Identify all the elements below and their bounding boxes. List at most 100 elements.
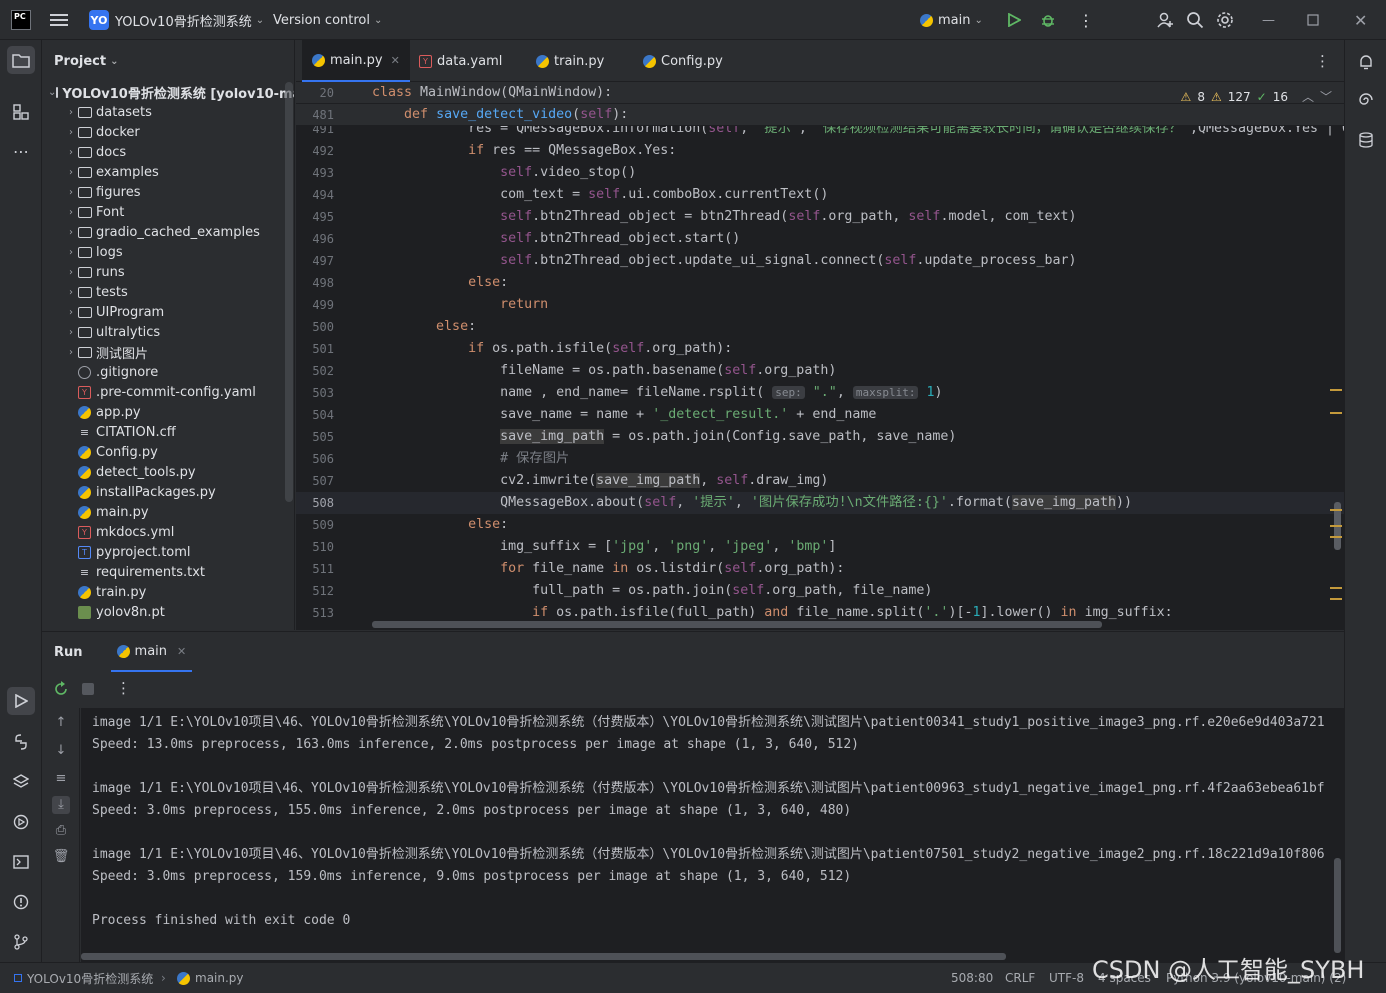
tree-folder[interactable]: › docker xyxy=(42,122,285,142)
tree-file[interactable]: ≡ CITATION.cff xyxy=(42,422,285,442)
tree-file[interactable]: .gitignore xyxy=(42,362,285,382)
rerun-button[interactable] xyxy=(53,681,69,701)
print-button[interactable]: ⎙ xyxy=(52,822,70,840)
tree-folder[interactable]: › docs xyxy=(42,142,285,162)
structure-tool-button[interactable] xyxy=(7,98,35,126)
tree-folder[interactable]: › ultralytics xyxy=(42,322,285,342)
code-with-me-button[interactable] xyxy=(1156,0,1174,40)
code-line[interactable]: 510 img_suffix = ['jpg', 'png', 'jpeg', … xyxy=(296,536,1344,558)
python-packages-button[interactable] xyxy=(7,728,35,756)
tree-folder[interactable]: › 测试图片 xyxy=(42,342,285,362)
project-tool-button[interactable] xyxy=(7,46,35,74)
code-editor[interactable]: 491 res = QMessageBox.information(self, … xyxy=(296,82,1344,630)
maximize-button[interactable] xyxy=(1307,0,1319,40)
layers-tool-button[interactable] xyxy=(7,768,35,796)
next-highlight-button[interactable]: ﹀ xyxy=(1320,88,1332,105)
tree-folder[interactable]: › examples xyxy=(42,162,285,182)
code-line[interactable]: 501 if os.path.isfile(self.org_path): xyxy=(296,338,1344,360)
tree-folder[interactable]: › datasets xyxy=(42,102,285,122)
tree-folder[interactable]: › figures xyxy=(42,182,285,202)
tab-options-button[interactable]: ⋮ xyxy=(1315,52,1330,70)
tab-main-py[interactable]: main.py ✕ xyxy=(302,40,410,82)
tree-file[interactable]: app.py xyxy=(42,402,285,422)
file-encoding[interactable]: UTF-8 xyxy=(1049,963,1084,993)
close-window-button[interactable]: ✕ xyxy=(1354,0,1367,40)
code-line[interactable]: 497 self.btn2Thread_object.update_ui_sig… xyxy=(296,250,1344,272)
search-button[interactable] xyxy=(1186,0,1204,40)
inspection-widget[interactable]: ⚠ 8 ⚠ 127 ✓ 16 ︿ ﹀ xyxy=(1181,88,1332,105)
clear-console-button[interactable]: 🗑 xyxy=(52,848,70,866)
tab-train-py[interactable]: train.py xyxy=(526,40,614,82)
error-stripe-mark[interactable] xyxy=(1330,412,1342,414)
more-tools-button[interactable]: ⋯ xyxy=(7,137,35,165)
git-tool-button[interactable] xyxy=(7,928,35,956)
project-switcher[interactable]: YO YOLOv10骨折检测系统 ⌄ xyxy=(89,0,264,40)
tree-file[interactable]: main.py xyxy=(42,502,285,522)
code-line[interactable]: 505 save_img_path = os.path.join(Config.… xyxy=(296,426,1344,448)
console-horizontal-scrollbar[interactable] xyxy=(81,953,1006,960)
code-line[interactable]: 508 QMessageBox.about(self, '提示', '图片保存成… xyxy=(296,492,1344,514)
breadcrumb-file[interactable]: main.py xyxy=(177,963,244,993)
tree-folder[interactable]: › Font xyxy=(42,202,285,222)
scroll-down-button[interactable]: ↓ xyxy=(52,742,70,760)
code-line[interactable]: 509 else: xyxy=(296,514,1344,536)
settings-button[interactable] xyxy=(1216,0,1234,40)
services-tool-button[interactable] xyxy=(7,808,35,836)
code-line[interactable]: 511 for file_name in os.listdir(self.org… xyxy=(296,558,1344,580)
scroll-to-end-button[interactable]: ⤓ xyxy=(52,796,70,814)
code-line[interactable]: 499 return xyxy=(296,294,1344,316)
project-scrollbar[interactable] xyxy=(285,82,293,502)
code-line[interactable]: 495 self.btn2Thread_object = btn2Thread(… xyxy=(296,206,1344,228)
tree-file[interactable]: Ymkdocs.yml xyxy=(42,522,285,542)
run-config-selector[interactable]: main ⌄ xyxy=(920,0,983,40)
close-tab-icon[interactable]: ✕ xyxy=(177,645,186,658)
run-console[interactable]: image 1/1 E:\YOLOv10项目\46、YOLOv10骨折检测系统\… xyxy=(81,708,1344,963)
breadcrumb-project[interactable]: YOLOv10骨折检测系统 xyxy=(14,963,153,993)
soft-wrap-button[interactable]: ≡ xyxy=(52,770,70,788)
tree-file[interactable]: Tpyproject.toml xyxy=(42,542,285,562)
minimize-button[interactable]: — xyxy=(1262,0,1275,40)
code-line[interactable]: 512 full_path = os.path.join(self.org_pa… xyxy=(296,580,1344,602)
run-button[interactable] xyxy=(1007,0,1021,40)
error-stripe-mark[interactable] xyxy=(1330,525,1342,527)
code-line[interactable]: 498 else: xyxy=(296,272,1344,294)
project-panel-header[interactable]: Project ⌄ xyxy=(42,40,294,82)
tree-folder[interactable]: › gradio_cached_examples xyxy=(42,222,285,242)
code-line[interactable]: 481 def save_detect_video(self): xyxy=(296,104,1344,126)
code-line[interactable]: 504 save_name = name + '_detect_result.'… xyxy=(296,404,1344,426)
tab-Config-py[interactable]: Config.py xyxy=(633,40,733,82)
tree-folder[interactable]: › UIProgram xyxy=(42,302,285,322)
tree-folder[interactable]: › runs xyxy=(42,262,285,282)
tree-file[interactable]: ≡ requirements.txt xyxy=(42,562,285,582)
code-line[interactable]: 507 cv2.imwrite(save_img_path, self.draw… xyxy=(296,470,1344,492)
console-vertical-scrollbar[interactable] xyxy=(1334,858,1341,953)
tree-folder[interactable]: › logs xyxy=(42,242,285,262)
code-line[interactable]: 502 fileName = os.path.basename(self.org… xyxy=(296,360,1344,382)
error-stripe-mark[interactable] xyxy=(1330,587,1342,589)
ai-assistant-button[interactable] xyxy=(1352,86,1380,114)
code-line[interactable]: 494 com_text = self.ui.comboBox.currentT… xyxy=(296,184,1344,206)
error-stripe-mark[interactable] xyxy=(1330,509,1342,511)
stop-button[interactable] xyxy=(82,683,94,695)
tree-file[interactable]: Config.py xyxy=(42,442,285,462)
code-line[interactable]: 506 # 保存图片 xyxy=(296,448,1344,470)
debug-button[interactable] xyxy=(1040,0,1056,40)
tree-file[interactable]: detect_tools.py xyxy=(42,462,285,482)
line-separator[interactable]: CRLF xyxy=(1005,963,1035,993)
run-options-button[interactable]: ⋮ xyxy=(116,679,131,697)
vcs-menu[interactable]: Version control ⌄ xyxy=(273,0,382,40)
tree-root[interactable]: ⌄ YOLOv10骨折检测系统 [yolov10-main] xyxy=(42,82,294,102)
scroll-up-button[interactable]: ↑ xyxy=(52,714,70,732)
close-tab-icon[interactable]: ✕ xyxy=(391,54,400,67)
error-stripe-mark[interactable] xyxy=(1330,598,1342,600)
caret-position[interactable]: 508:80 xyxy=(951,963,993,993)
tree-file[interactable]: installPackages.py xyxy=(42,482,285,502)
tree-file[interactable]: yolov8n.pt xyxy=(42,602,285,622)
database-button[interactable] xyxy=(1352,126,1380,154)
error-stripe-mark[interactable] xyxy=(1330,389,1342,391)
run-tab-main[interactable]: main ✕ xyxy=(110,632,193,672)
tree-folder[interactable]: › tests xyxy=(42,282,285,302)
code-line[interactable]: 492 if res == QMessageBox.Yes: xyxy=(296,140,1344,162)
code-line[interactable]: 500 else: xyxy=(296,316,1344,338)
run-tool-button[interactable] xyxy=(7,687,35,715)
